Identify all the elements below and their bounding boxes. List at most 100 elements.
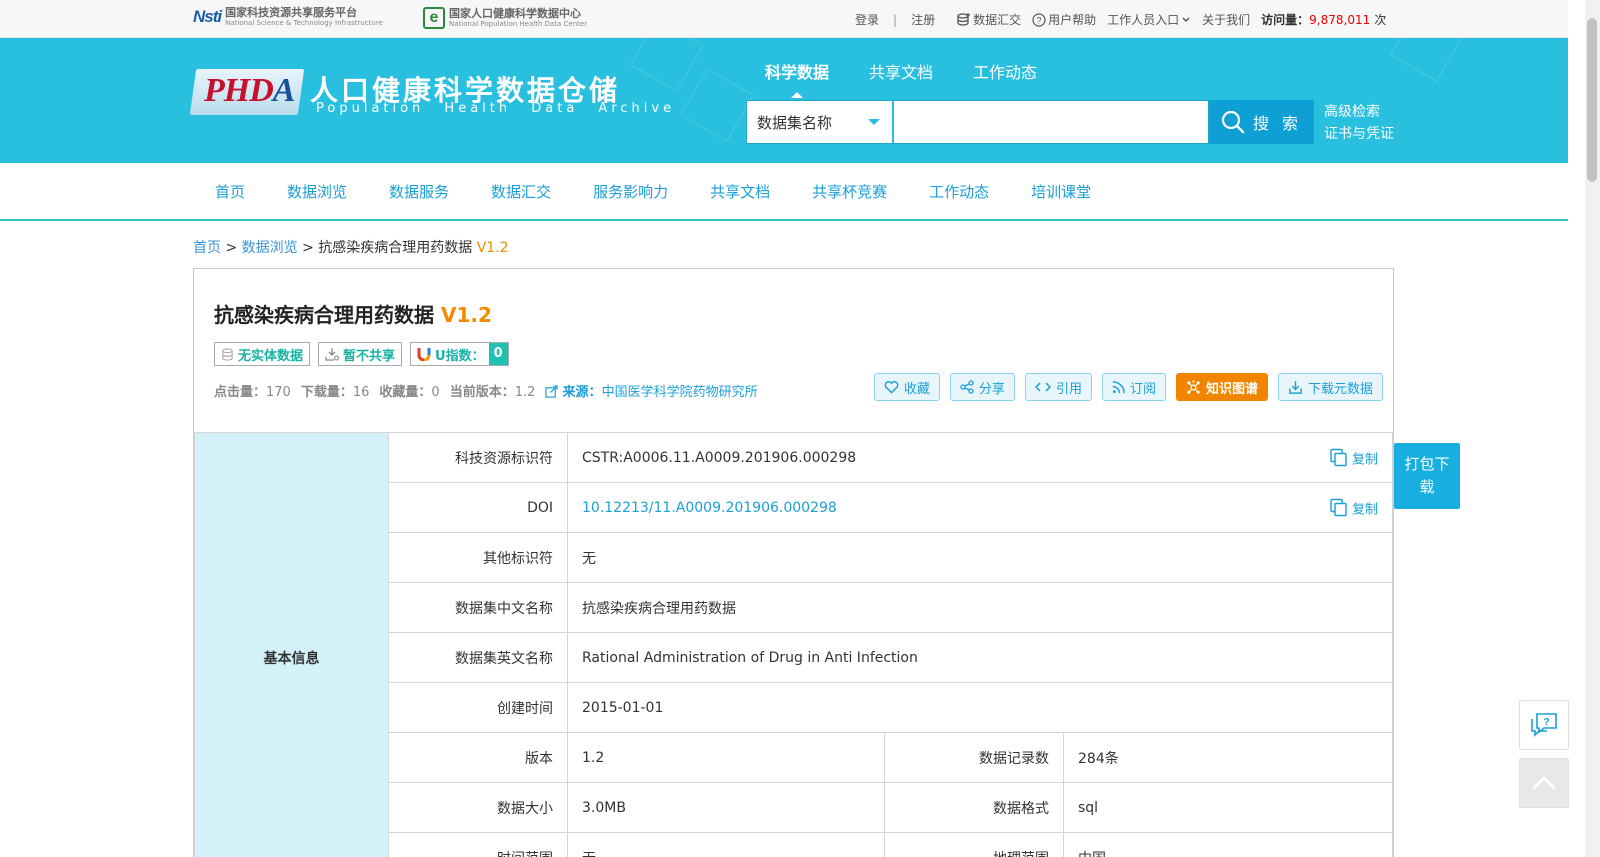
u-index-value: 0	[488, 343, 508, 365]
field-label: 数据格式	[884, 782, 1064, 833]
search-icon	[1221, 110, 1245, 134]
about-link[interactable]: 关于我们	[1202, 11, 1250, 28]
pack-download-button[interactable]: 打包下载	[1394, 443, 1460, 509]
breadcrumb-home[interactable]: 首页	[193, 240, 221, 256]
u-index-tag[interactable]: U指数： 0	[410, 342, 509, 366]
search-button[interactable]: 搜 索	[1209, 100, 1314, 144]
svg-text:?: ?	[1037, 15, 1042, 25]
table-row: 基本信息 科技资源标识符 CSTR:A0006.11.A0009.201906.…	[194, 432, 1393, 857]
nsti-logo[interactable]: Nsti 国家科技资源共享服务平台 National Science & Tec…	[193, 7, 383, 27]
main-nav-data-exchange[interactable]: 数据汇交	[470, 181, 572, 202]
dataset-panel: 抗感染疾病合理用药数据 V1.2 无实体数据 暂不共享 U指数： 0 点击量：1…	[193, 268, 1394, 857]
back-to-top-button[interactable]	[1519, 758, 1569, 808]
field-label: 地理范围	[884, 832, 1064, 857]
advanced-search-link[interactable]: 高级检索	[1324, 101, 1394, 123]
certificate-link[interactable]: 证书与凭证	[1324, 123, 1394, 145]
source-link[interactable]: 来源：中国医学科学院药物研究所	[545, 381, 758, 400]
not-shared-tag: 暂不共享	[318, 342, 403, 366]
breadcrumb-current: 抗感染疾病合理用药数据	[318, 240, 473, 256]
source-label: 来源：	[562, 385, 602, 400]
decor-hexagon	[680, 68, 754, 142]
chevron-down-icon	[1182, 17, 1190, 22]
current-version-value: 1.2	[514, 385, 536, 400]
divider: |	[893, 12, 898, 27]
field-value: Rational Administration of Drug in Anti …	[567, 632, 1393, 683]
header-nav-shared-docs[interactable]: 共享文档	[869, 59, 933, 83]
dataset-title-text: 抗感染疾病合理用药数据	[214, 303, 434, 327]
data-exchange-link[interactable]: 数据汇交	[957, 11, 1021, 28]
phda-logo[interactable]: PHDA	[204, 72, 295, 110]
doi-value-cell: 10.12213/11.A0009.201906.000298 复制	[567, 482, 1393, 533]
subscribe-button[interactable]: 订阅	[1101, 373, 1166, 401]
top-bar: Nsti 国家科技资源共享服务平台 National Science & Tec…	[0, 0, 1568, 38]
copy-label: 复制	[1351, 502, 1378, 517]
search-box: 数据集名称	[746, 100, 1209, 144]
share-button[interactable]: 分享	[949, 373, 1015, 401]
page-scrollbar[interactable]	[1585, 0, 1600, 857]
main-nav-competition[interactable]: 共享杯竞赛	[791, 181, 908, 202]
field-label: 其他标识符	[388, 532, 568, 583]
copy-doi-button[interactable]: 复制	[1330, 498, 1378, 517]
no-entity-tag: 无实体数据	[214, 342, 311, 366]
nsti-logo-en: National Science & Technology Infrastruc…	[225, 19, 383, 27]
header-nav-science-data[interactable]: 科学数据	[765, 59, 829, 98]
database-icon	[222, 347, 233, 361]
field-value: 中国	[1063, 832, 1393, 857]
downloads-label: 下载量：	[300, 385, 353, 400]
not-shared-label: 暂不共享	[343, 348, 396, 364]
external-link-icon	[545, 385, 559, 398]
copy-label: 复制	[1351, 452, 1378, 467]
knowledge-graph-icon	[1187, 379, 1200, 394]
field-label: 创建时间	[388, 682, 568, 733]
favorite-button[interactable]: 收藏	[873, 373, 940, 401]
main-nav-work-news[interactable]: 工作动态	[908, 181, 1010, 202]
doi-link[interactable]: 10.12213/11.A0009.201906.000298	[582, 500, 837, 516]
downloads-value: 16	[352, 385, 370, 400]
copy-cstr-button[interactable]: 复制	[1330, 448, 1378, 467]
basic-info-table: 基本信息 科技资源标识符 CSTR:A0006.11.A0009.201906.…	[194, 432, 1393, 857]
main-nav-training[interactable]: 培训课堂	[1010, 181, 1112, 202]
header-nav: 科学数据 共享文档 工作动态	[765, 59, 1037, 98]
decor-hexagon	[1390, 38, 1464, 82]
main-nav-data-browse[interactable]: 数据浏览	[266, 181, 368, 202]
staff-entry-dropdown[interactable]: 工作人员入口	[1107, 11, 1191, 28]
dataset-title: 抗感染疾病合理用药数据 V1.2	[214, 299, 492, 328]
search-input[interactable]	[894, 101, 1208, 143]
help-link[interactable]: ? 用户帮助	[1032, 11, 1096, 28]
main-nav-shared-docs[interactable]: 共享文档	[689, 181, 791, 202]
knowledge-graph-label: 知识图谱	[1205, 381, 1258, 397]
register-link[interactable]: 注册	[911, 11, 935, 28]
breadcrumb-version: V1.2	[476, 240, 509, 256]
copy-icon	[1330, 448, 1347, 467]
search-field-select[interactable]: 数据集名称	[747, 101, 894, 143]
copy-icon	[1330, 498, 1347, 517]
feedback-button[interactable]: ?	[1519, 700, 1569, 750]
chat-question-icon: ?	[1531, 713, 1557, 737]
search-field-select-value: 数据集名称	[757, 113, 833, 132]
nphdc-logo[interactable]: e 国家人口健康科学数据中心 National Population Healt…	[423, 7, 587, 29]
main-nav-home[interactable]: 首页	[194, 181, 266, 202]
breadcrumb-separator: >	[302, 240, 314, 256]
main-nav-impact[interactable]: 服务影响力	[572, 181, 689, 202]
heart-icon	[884, 381, 899, 394]
favorite-label: 收藏	[903, 381, 930, 397]
field-label: 数据记录数	[884, 732, 1064, 783]
knowledge-graph-button[interactable]: 知识图谱	[1175, 373, 1268, 401]
download-metadata-button[interactable]: 下载元数据	[1277, 373, 1383, 401]
login-link[interactable]: 登录	[855, 11, 879, 28]
field-label: 时间范围	[388, 832, 568, 857]
field-value: 无	[567, 532, 1393, 583]
cite-button[interactable]: 引用	[1024, 373, 1092, 401]
breadcrumb: 首页 > 数据浏览 > 抗感染疾病合理用药数据 V1.2	[193, 237, 509, 257]
dataset-stats: 点击量：170 下载量：16 收藏量：0 当前版本：1.2 来源：中国医学科学院…	[214, 381, 758, 400]
clicks-value: 170	[266, 385, 291, 400]
nphdc-logo-icon: e	[423, 7, 445, 29]
header-nav-work-news[interactable]: 工作动态	[973, 59, 1037, 83]
nphdc-logo-cn: 国家人口健康科学数据中心	[449, 7, 581, 20]
phda-logo-p: PHD	[204, 72, 274, 109]
breadcrumb-browse[interactable]: 数据浏览	[242, 240, 298, 256]
main-nav-data-service[interactable]: 数据服务	[368, 181, 470, 202]
scrollbar-thumb[interactable]	[1587, 18, 1597, 182]
download-icon	[1289, 380, 1302, 394]
field-value: 抗感染疾病合理用药数据	[567, 582, 1393, 633]
